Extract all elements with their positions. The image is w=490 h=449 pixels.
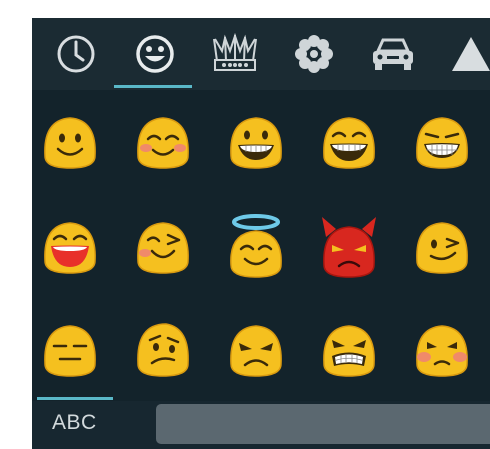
pouting-blush-face-emoji[interactable] xyxy=(407,316,477,386)
grimacing-grin-emoji[interactable] xyxy=(407,108,477,178)
recent-clock-icon xyxy=(57,35,95,73)
beaming-grin-emoji[interactable] xyxy=(314,108,384,178)
winking-face-emoji[interactable] xyxy=(407,213,477,283)
spacebar[interactable] xyxy=(156,404,490,444)
emoji-keyboard: ABC xyxy=(32,18,490,449)
confused-face-emoji[interactable] xyxy=(128,316,198,386)
angry-devil-face-emoji[interactable] xyxy=(314,213,384,283)
grinning-face-emoji[interactable] xyxy=(221,108,291,178)
abc-switch-button[interactable]: ABC xyxy=(52,411,97,435)
flower-icon xyxy=(295,35,333,73)
crown-icon xyxy=(213,32,257,71)
tab-recent[interactable] xyxy=(37,24,115,84)
winking-squint-face-emoji[interactable] xyxy=(128,213,198,283)
grimacing-angry-face-emoji[interactable] xyxy=(314,316,384,386)
emoji-category-tabs xyxy=(32,18,490,90)
car-icon xyxy=(373,38,413,70)
frowning-angry-face-emoji[interactable] xyxy=(221,316,291,386)
tab-symbols[interactable] xyxy=(432,24,490,84)
tab-objects[interactable] xyxy=(196,24,274,84)
keyboard-bottom-bar: ABC xyxy=(32,401,490,449)
tab-nature[interactable] xyxy=(275,24,353,84)
active-tab-indicator xyxy=(114,85,192,88)
blushing-smile-emoji[interactable] xyxy=(128,108,198,178)
emoji-grid xyxy=(32,98,490,398)
expressionless-face-emoji[interactable] xyxy=(35,316,105,386)
page-indicator xyxy=(37,397,113,400)
triangle-symbol-icon xyxy=(452,37,490,71)
tab-travel[interactable] xyxy=(354,24,432,84)
smiley-face-icon xyxy=(136,35,174,73)
smiling-face-emoji[interactable] xyxy=(35,108,105,178)
smiling-face-with-halo-emoji[interactable] xyxy=(221,213,291,283)
tab-smileys[interactable] xyxy=(116,24,194,84)
laughing-face-emoji[interactable] xyxy=(35,213,105,283)
